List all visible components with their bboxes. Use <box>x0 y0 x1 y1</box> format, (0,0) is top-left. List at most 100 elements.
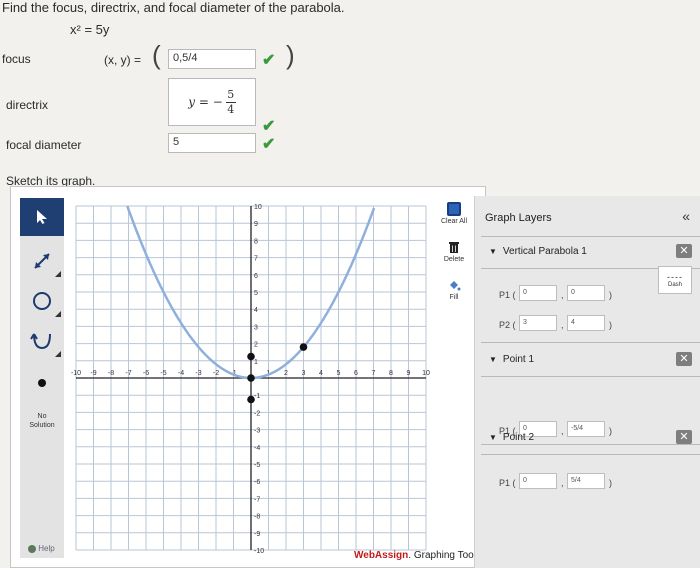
x-tick-label: 2 <box>284 370 288 377</box>
y-tick-label: 4 <box>254 307 258 314</box>
directrix-input[interactable]: y = − 5 4 <box>168 78 256 126</box>
x-tick-label: -5 <box>160 370 166 377</box>
focal-diameter-check-icon: ✔ <box>262 136 276 153</box>
circle-tool-button[interactable] <box>20 282 64 320</box>
directrix-denominator: 4 <box>227 102 235 116</box>
x-tick-label: 5 <box>337 370 341 377</box>
line-tool-button[interactable] <box>20 242 64 280</box>
y-tick-label: 8 <box>254 238 258 245</box>
y-tick-label: -2 <box>254 410 260 417</box>
directrix-label: directrix <box>6 98 49 112</box>
layer-point-2[interactable]: ▼ Point 2 <box>489 432 534 443</box>
x-tick-label: 6 <box>354 370 358 377</box>
open-paren: ( <box>152 40 161 70</box>
line-segment-icon <box>34 253 50 269</box>
p2-label: P2 ( <box>499 320 516 330</box>
x-tick-label: 3 <box>302 370 306 377</box>
comma: , <box>561 478 564 488</box>
fill-label: Fill <box>449 294 459 301</box>
graph-plot[interactable]: -10 -9 -8 -7 -6 -5 -4 -3 -2 -1 1 2 3 4 5 6 7 8 9 10 10 9 8 7 6 5 4… <box>68 198 434 558</box>
point-tool-button[interactable] <box>20 364 64 402</box>
layer-name: Point 1 <box>502 354 535 365</box>
remove-layer-icon[interactable]: ✕ <box>676 244 692 258</box>
y-tick-label: -8 <box>254 514 260 521</box>
layer-name: Vertical Parabola 1 <box>502 246 587 257</box>
y-tick-label: 1 <box>254 359 258 366</box>
collapse-panel-icon[interactable]: « <box>682 208 690 224</box>
graph-canvas[interactable]: -10 -9 -8 -7 -6 -5 -4 -3 -2 -1 1 2 3 4 5 6 7 8 9 10 10 9 8 7 6 5 4… <box>68 198 434 558</box>
x-tick-label: 8 <box>389 370 393 377</box>
y-tick-label: -5 <box>254 462 260 469</box>
parabola-p2-x-input[interactable]: 3 <box>519 315 557 331</box>
directrix-lhs: y = − <box>188 95 223 109</box>
p1-label: P1 ( <box>499 478 516 488</box>
y-tick-label: 6 <box>254 273 258 280</box>
parabola-p1-y-input[interactable]: 0 <box>567 285 605 301</box>
parabola-p1-x-input[interactable]: 0 <box>519 285 557 301</box>
y-tick-label: 7 <box>254 256 258 263</box>
y-tick-label: -3 <box>254 428 260 435</box>
directrix-numerator: 5 <box>227 87 235 101</box>
dash-label: Dash <box>667 282 682 288</box>
focus-label: focus <box>2 52 31 66</box>
close-paren: ) <box>609 426 612 436</box>
x-tick-label: -9 <box>90 370 96 377</box>
parabola-p2-y-input[interactable]: 4 <box>567 315 605 331</box>
close-paren: ) <box>286 40 295 70</box>
y-tick-label: -7 <box>254 496 260 503</box>
y-tick-label: -4 <box>254 445 260 452</box>
remove-layer-icon[interactable]: ✕ <box>676 352 692 366</box>
paint-bucket-icon <box>450 281 461 291</box>
no-solution-button[interactable]: No Solution <box>24 412 60 430</box>
x-tick-label: -10 <box>71 370 81 377</box>
close-paren: ) <box>609 320 612 330</box>
y-tick-label: 10 <box>254 204 262 211</box>
focus-input[interactable]: 0,5/4 <box>168 49 256 69</box>
line-style-dash-button[interactable]: ---- Dash <box>658 266 692 294</box>
parabola-equation: x² = 5y <box>70 22 110 37</box>
comma: , <box>561 290 564 300</box>
clear-all-button[interactable]: Clear All <box>435 202 473 238</box>
y-tick-label: 9 <box>254 221 258 228</box>
comma: , <box>561 426 564 436</box>
graph-toolbar: No Solution Help <box>20 198 64 558</box>
comma: , <box>561 320 564 330</box>
layer-vertical-parabola[interactable]: ▼ Vertical Parabola 1 <box>489 246 587 257</box>
help-icon <box>28 544 36 553</box>
parabola-tool-button[interactable] <box>20 322 64 360</box>
graph-actions: Clear All Delete Fill <box>434 198 474 558</box>
help-label: Help <box>38 544 55 553</box>
help-link[interactable]: Help <box>28 544 55 553</box>
x-tick-label: 7 <box>372 370 376 377</box>
clear-all-label: Clear All <box>440 218 468 225</box>
x-tick-label: -3 <box>195 370 201 377</box>
directrix-check-icon: ✔ <box>262 118 276 135</box>
remove-layer-icon[interactable]: ✕ <box>676 430 692 444</box>
expand-triangle-icon: ▼ <box>489 433 497 442</box>
brand-name: WebAssign <box>354 550 409 561</box>
focal-diameter-input[interactable]: 5 <box>168 133 256 153</box>
graph-point <box>247 395 255 404</box>
fill-button[interactable]: Fill <box>435 278 473 314</box>
x-tick-label: 9 <box>407 370 411 377</box>
point2-y-input[interactable]: 5/4 <box>567 473 605 489</box>
layer-point-1[interactable]: ▼ Point 1 <box>489 354 534 365</box>
y-tick-label: -1 <box>254 393 260 400</box>
delete-button[interactable]: Delete <box>435 240 473 276</box>
directrix-fraction: 5 4 <box>225 87 236 116</box>
point2-x-input[interactable]: 0 <box>519 473 557 489</box>
circle-icon <box>33 292 51 310</box>
y-tick-label: 2 <box>254 342 258 349</box>
expand-triangle-icon: ▼ <box>489 355 497 364</box>
y-tick-label: -6 <box>254 479 260 486</box>
x-tick-label: -8 <box>108 370 114 377</box>
delete-label: Delete <box>443 256 465 263</box>
expand-triangle-icon: ▼ <box>489 247 497 256</box>
y-tick-label: 5 <box>254 290 258 297</box>
dash-line-icon: ---- <box>667 272 683 282</box>
clear-all-icon <box>447 202 461 216</box>
pointer-tool-button[interactable] <box>20 198 64 236</box>
x-tick-label: -6 <box>143 370 149 377</box>
graph-point <box>299 343 308 351</box>
x-tick-label: -4 <box>178 370 184 377</box>
